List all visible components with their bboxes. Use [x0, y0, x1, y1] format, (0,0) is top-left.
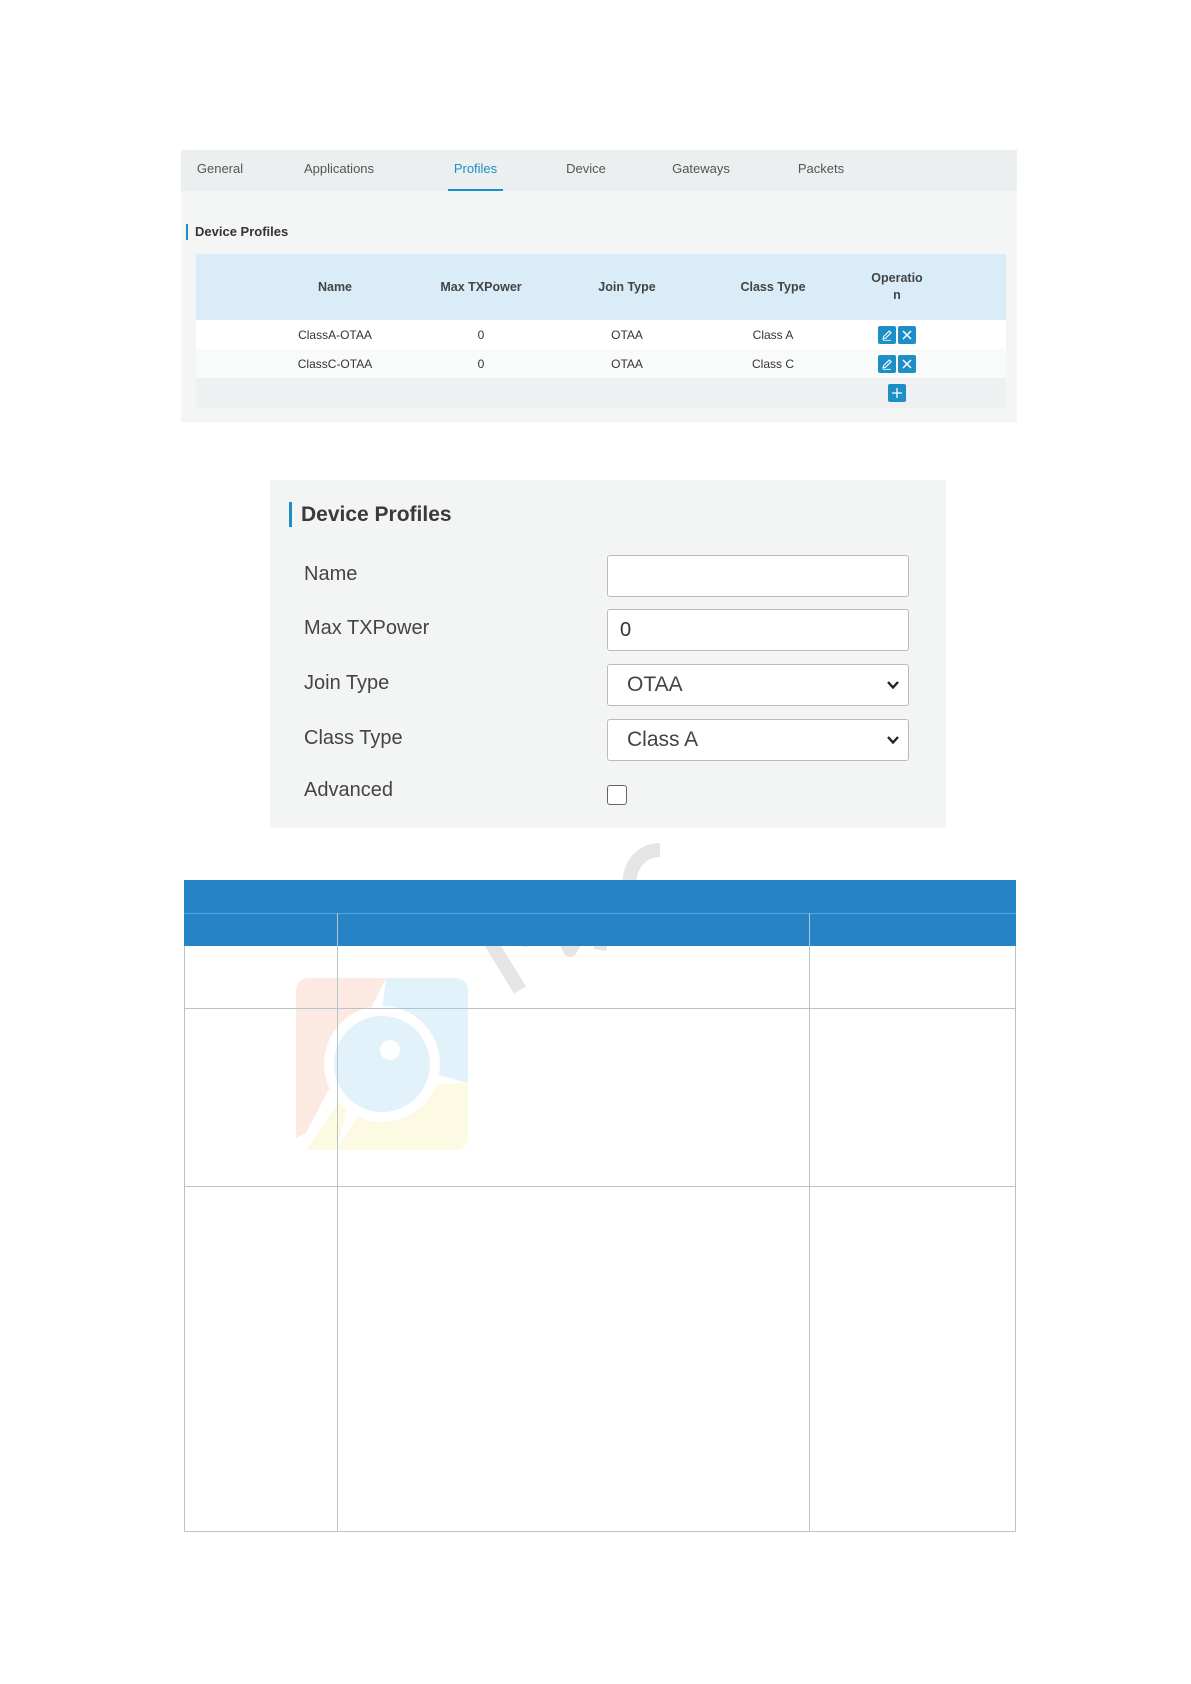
row-divider [185, 1186, 1015, 1187]
tab-gateways[interactable]: Gateways [668, 150, 734, 191]
table-row: ClassA-OTAA 0 OTAA Class A [196, 320, 1006, 349]
column-header-max-txpower: Max TXPower [408, 254, 554, 320]
max-txpower-input[interactable] [607, 609, 909, 651]
delete-icon[interactable] [898, 325, 916, 344]
table-row: ClassC-OTAA 0 OTAA Class C [196, 349, 1006, 378]
form-section-title: Device Profiles [289, 502, 452, 527]
cell-operation [846, 349, 948, 378]
max-txpower-label: Max TXPower [304, 617, 430, 639]
table-cell [196, 349, 262, 378]
column-divider [337, 913, 338, 1531]
column-header-join-type: Join Type [554, 254, 700, 320]
tab-general[interactable]: General [189, 150, 251, 191]
table-cell [948, 349, 1006, 378]
cell-name: ClassA-OTAA [262, 320, 408, 349]
chevron-down-icon [887, 681, 899, 690]
cell-max-txpower: 0 [408, 320, 554, 349]
device-profiles-table: Name Max TXPower Join Type Class Type Op… [196, 254, 1006, 408]
tab-bar: General Applications Profiles Device Gat… [181, 150, 1017, 191]
column-header-class-type: Class Type [700, 254, 846, 320]
table-header-row [184, 913, 1016, 946]
table-header-row: Name Max TXPower Join Type Class Type Op… [196, 254, 1006, 320]
table-cell [408, 378, 554, 408]
cell-class-type: Class A [700, 320, 846, 349]
class-type-select[interactable]: Class A [607, 719, 909, 761]
table-cell [948, 320, 1006, 349]
class-type-value: Class A [627, 728, 699, 751]
column-header-operation: Operation [846, 254, 948, 320]
add-icon[interactable] [888, 384, 906, 402]
table-title-bar [184, 880, 1016, 913]
profiles-list-panel: General Applications Profiles Device Gat… [181, 150, 1017, 422]
table-header-spacer [196, 254, 262, 320]
cell-operation [846, 378, 948, 408]
class-type-label: Class Type [304, 727, 403, 749]
table-header-spacer [948, 254, 1006, 320]
table-cell [554, 378, 700, 408]
join-type-value: OTAA [627, 673, 683, 696]
name-input[interactable] [607, 555, 909, 597]
advanced-label: Advanced [304, 779, 393, 801]
edit-icon[interactable] [878, 354, 896, 373]
edit-icon[interactable] [878, 325, 896, 344]
column-header-name: Name [262, 254, 408, 320]
cell-max-txpower: 0 [408, 349, 554, 378]
table-add-row [196, 378, 1006, 408]
cell-operation [846, 320, 948, 349]
join-type-label: Join Type [304, 672, 390, 694]
row-divider [185, 1008, 1015, 1009]
tab-packets[interactable]: Packets [793, 150, 849, 191]
cell-name: ClassC-OTAA [262, 349, 408, 378]
name-label: Name [304, 563, 358, 585]
column-header-operation-text: Operation [871, 271, 923, 302]
section-title: Device Profiles [186, 224, 288, 240]
table-cell [262, 378, 408, 408]
advanced-checkbox[interactable] [607, 785, 627, 805]
blank-reference-table [184, 880, 1016, 1532]
chevron-down-icon [887, 736, 899, 745]
table-cell [196, 320, 262, 349]
cell-class-type: Class C [700, 349, 846, 378]
delete-icon[interactable] [898, 354, 916, 373]
device-profile-form: Device Profiles Name Max TXPower Join Ty… [270, 480, 946, 828]
table-cell [196, 378, 262, 408]
table-cell [948, 378, 1006, 408]
column-divider [809, 913, 810, 1531]
table-cell [700, 378, 846, 408]
tab-applications[interactable]: Applications [297, 150, 381, 191]
tab-device[interactable]: Device [561, 150, 611, 191]
tab-profiles[interactable]: Profiles [448, 150, 503, 191]
cell-join-type: OTAA [554, 349, 700, 378]
join-type-select[interactable]: OTAA [607, 664, 909, 706]
cell-join-type: OTAA [554, 320, 700, 349]
